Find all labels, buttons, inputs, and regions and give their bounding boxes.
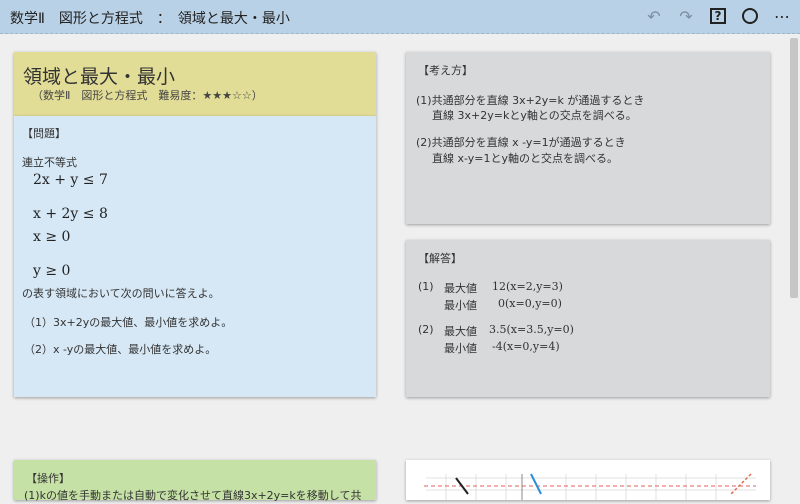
inequality-3: x ≥ 0 bbox=[33, 229, 71, 245]
problem-title: 領域と最大・最小 bbox=[23, 66, 176, 88]
answer-q2-min-label: 最小値 bbox=[444, 342, 477, 355]
circle-icon bbox=[742, 8, 758, 24]
approach-label: 【考え方】 bbox=[418, 64, 473, 77]
help-button[interactable]: ? bbox=[708, 6, 728, 26]
page-title: 数学Ⅱ 図形と方程式 ： 領域と最大・最小 bbox=[10, 11, 290, 27]
operation-card: 【操作】 (1)kの値を手動または自動で変化させて直線3x+2y=kを移動して共 bbox=[14, 460, 376, 502]
problem-intro: 連立不等式 bbox=[22, 156, 77, 169]
question-2: （2）x -yの最大値、最小値を求めよ。 bbox=[24, 343, 217, 356]
question-1: （1）3x+2yの最大値、最小値を求めよ。 bbox=[24, 316, 233, 329]
approach-card: 【考え方】 (1)共通部分を直線 3x+2y=k が通過するとき 直線 3x+2… bbox=[406, 52, 770, 224]
inequality-2: x + 2y ≤ 8 bbox=[33, 206, 108, 222]
answer-q2-number: (2) bbox=[418, 323, 434, 336]
scrollbar[interactable] bbox=[790, 38, 798, 298]
answer-q1-number: (1) bbox=[418, 280, 434, 293]
more-icon[interactable]: ⋯ bbox=[772, 6, 792, 26]
answer-q2-min-value: -4(x=0,y=4) bbox=[492, 340, 560, 353]
inequality-1: 2x + y ≤ 7 bbox=[33, 172, 108, 188]
circle-button[interactable] bbox=[740, 6, 760, 26]
graph-canvas[interactable] bbox=[406, 460, 770, 500]
inequality-4: y ≥ 0 bbox=[33, 263, 71, 279]
approach-line-4: 直線 x-y=1とy軸のと交点を調べる。 bbox=[432, 152, 619, 165]
approach-line-2: 直線 3x+2y=kとy軸との交点を調べる。 bbox=[432, 109, 637, 122]
redo-icon[interactable]: ↷ bbox=[676, 6, 696, 26]
answer-card: 【解答】 (1) 最大値 12(x=2,y=3) 最小値 0(x=0,y=0) … bbox=[406, 240, 770, 397]
help-icon: ? bbox=[710, 8, 726, 24]
approach-line-3: (2)共通部分を直線 x -y=1が通過するとき bbox=[416, 136, 626, 149]
graph-panel[interactable] bbox=[406, 460, 770, 500]
answer-q1-min-label: 最小値 bbox=[444, 299, 477, 312]
problem-header-card: 領域と最大・最小 （数学Ⅱ 図形と方程式 難易度：★★★☆☆） bbox=[14, 52, 376, 116]
line-blue bbox=[530, 473, 542, 495]
approach-line-1: (1)共通部分を直線 3x+2y=k が通過するとき bbox=[416, 94, 645, 107]
answer-q2-max-value: 3.5(x=3.5,y=0) bbox=[489, 323, 574, 336]
toolbar: ↶ ↷ ? ⋯ bbox=[644, 6, 792, 26]
answer-q1-max-label: 最大値 bbox=[444, 282, 477, 295]
answer-q1-max-value: 12(x=2,y=3) bbox=[492, 280, 563, 293]
answer-q1-min-value: 0(x=0,y=0) bbox=[498, 297, 562, 310]
top-bar: 数学Ⅱ 図形と方程式 ： 領域と最大・最小 ↶ ↷ ? ⋯ bbox=[0, 0, 800, 34]
line-orange bbox=[730, 473, 752, 495]
problem-region-text: の表す領域において次の問いに答えよ。 bbox=[22, 287, 220, 300]
problem-subtitle: （数学Ⅱ 図形と方程式 難易度：★★★☆☆） bbox=[32, 89, 263, 102]
problem-section-label: 【問題】 bbox=[22, 127, 66, 140]
operation-text: (1)kの値を手動または自動で変化させて直線3x+2y=kを移動して共 bbox=[24, 489, 362, 502]
problem-card: 【問題】 連立不等式 2x + y ≤ 7 x + 2y ≤ 8 x ≥ 0 y… bbox=[14, 116, 376, 397]
answer-q2-max-label: 最大値 bbox=[444, 325, 477, 338]
operation-label: 【操作】 bbox=[26, 472, 70, 485]
answer-label: 【解答】 bbox=[418, 252, 462, 265]
undo-icon[interactable]: ↶ bbox=[644, 6, 664, 26]
